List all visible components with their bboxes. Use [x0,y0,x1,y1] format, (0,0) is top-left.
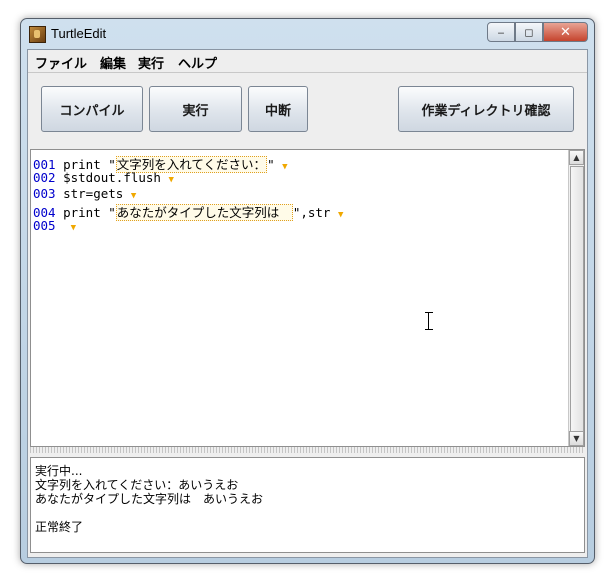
scroll-up-icon[interactable]: ▲ [569,150,584,165]
code-line: 002 $stdout.flush ▼ [33,170,174,186]
maximize-button[interactable]: ◻ [515,22,543,42]
fullwidth-text: あなたがタイプした文字列は [115,204,293,221]
code-line: 003 str=gets ▼ [33,186,136,202]
eol-marker-icon: ▼ [337,210,344,220]
eol-marker-icon: ▼ [70,223,77,233]
code-text: " [267,157,275,172]
caption-buttons: ‒ ◻ ✕ [487,22,588,42]
eol-marker-icon: ▼ [168,175,174,185]
output-line: あなたがタイプした文字列は あいうえお [35,492,264,506]
code-line: 004 print "あなたがタイプした文字列は ",str ▼ [33,202,344,221]
menu-bar: ファイル 編集 実行 ヘルプ [28,50,587,72]
code-editor[interactable]: 001 print "文字列を入れてください：" ▼ 002 $stdout.f… [30,149,585,447]
line-number: 002 [33,170,56,185]
turtle-app-icon [29,26,46,43]
stop-button[interactable]: 中断 [248,86,308,132]
scroll-thumb[interactable] [570,166,584,432]
code-text: str=gets [63,186,124,201]
menu-file[interactable]: ファイル [35,53,87,72]
menu-edit[interactable]: 編集 [100,53,126,72]
code-line: 001 print "文字列を入れてください：" ▼ [33,154,288,173]
text-cursor-icon [425,312,433,330]
app-window: TurtleEdit ‒ ◻ ✕ ファイル 編集 実行 ヘルプ コンパイル 実行… [20,18,595,564]
client-area: ファイル 編集 実行 ヘルプ コンパイル 実行 中断 作業ディレクトリ確認 00… [27,49,588,558]
pane-splitter[interactable] [30,447,583,453]
output-console: 実行中... 文字列を入れてください：あいうえお あなたがタイプした文字列は あ… [30,457,585,553]
check-working-directory-button[interactable]: 作業ディレクトリ確認 [398,86,574,132]
compile-button[interactable]: コンパイル [41,86,143,132]
code-line: 005 ▼ [33,218,76,234]
menu-run[interactable]: 実行 [138,53,164,72]
menu-help[interactable]: ヘルプ [178,53,217,72]
editor-scrollbar[interactable]: ▲ ▼ [568,150,584,446]
line-number: 005 [33,218,56,233]
code-text: $stdout.flush [63,170,161,185]
scroll-down-icon[interactable]: ▼ [569,431,584,446]
eol-marker-icon: ▼ [282,162,288,172]
output-line: 正常終了 [35,520,84,534]
run-button[interactable]: 実行 [149,86,242,132]
line-number: 003 [33,186,56,201]
minimize-button[interactable]: ‒ [487,22,515,42]
code-text: ",str [292,205,331,220]
close-button[interactable]: ✕ [543,22,588,42]
title-bar[interactable]: TurtleEdit ‒ ◻ ✕ [21,19,594,49]
window-title: TurtleEdit [51,26,107,41]
eol-marker-icon: ▼ [130,191,137,201]
menu-divider [28,72,587,73]
